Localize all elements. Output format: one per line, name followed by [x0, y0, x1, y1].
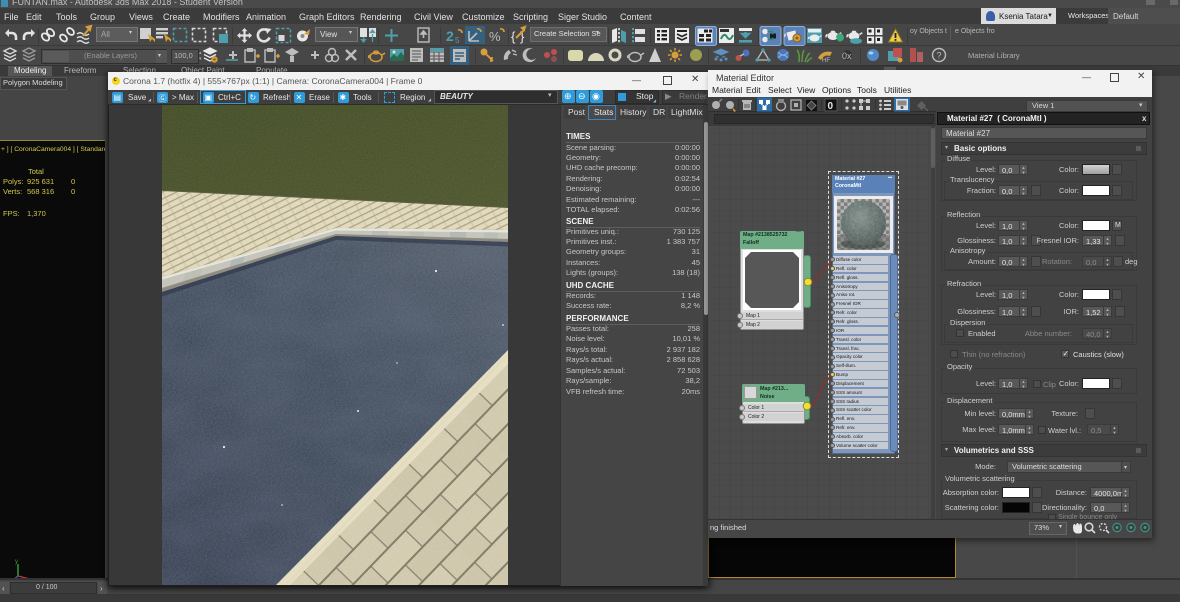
svg-text:y: y	[15, 559, 18, 565]
